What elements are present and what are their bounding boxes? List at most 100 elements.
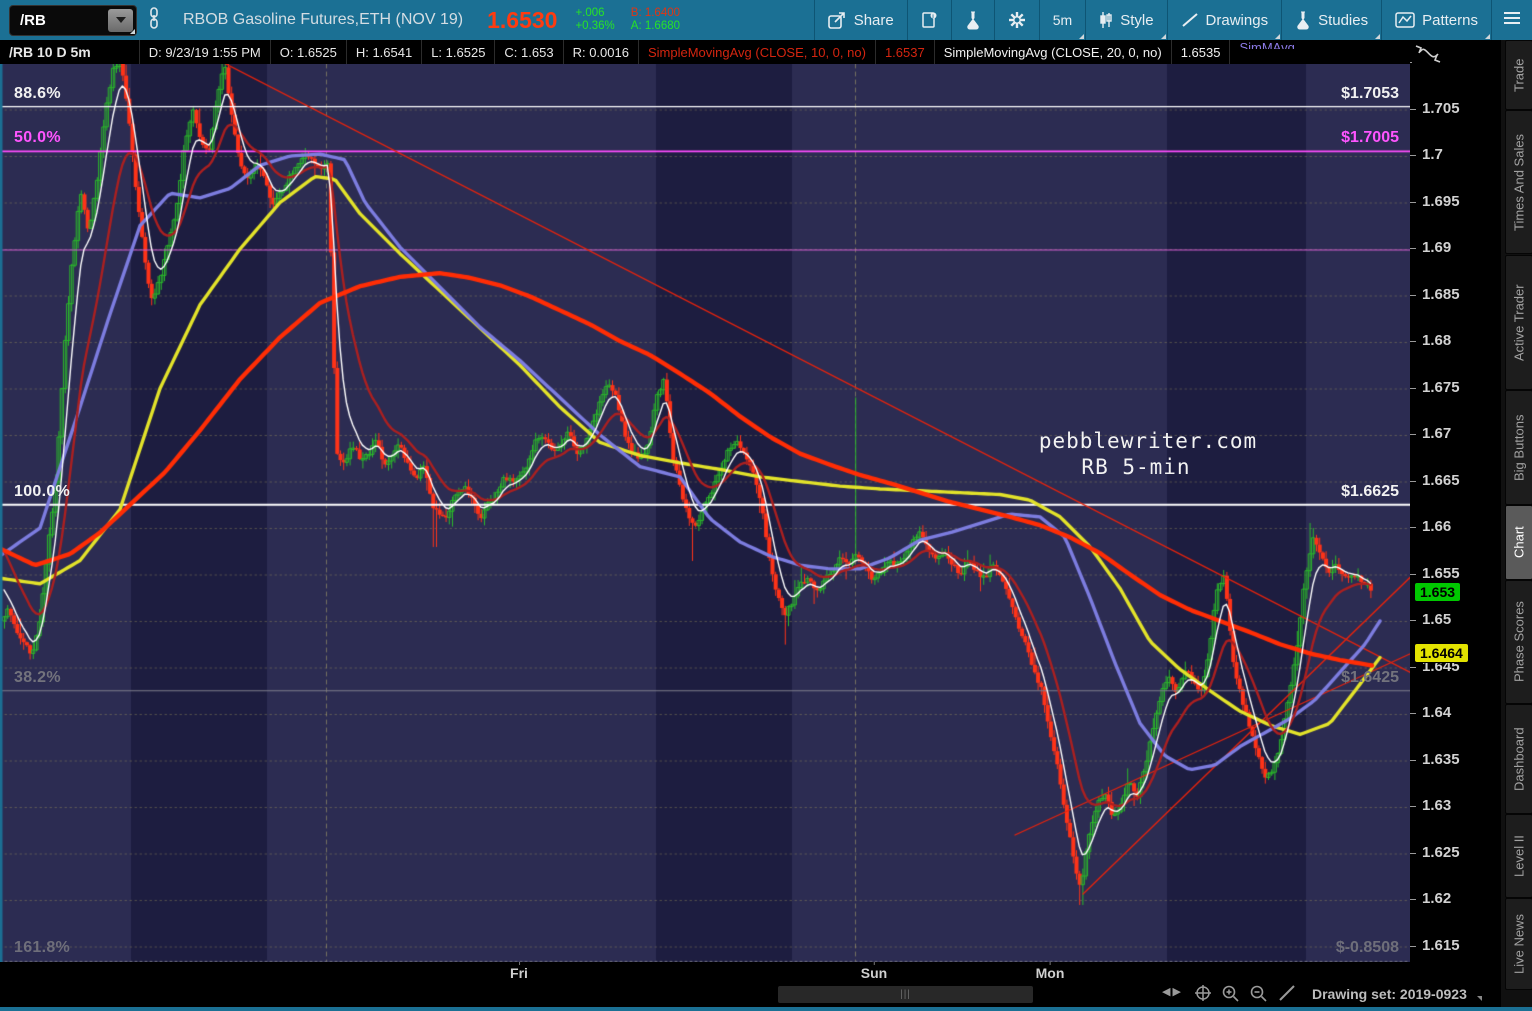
gear-icon [1008,12,1025,28]
price-axis-tick: 1.66 [1410,518,1451,535]
sidebar-tab-active-trader[interactable]: Active Trader [1505,255,1532,390]
sma20-value: 1.6535 [1172,40,1231,64]
price-axis-tick: 1.615 [1410,937,1460,954]
report-button[interactable]: i [908,0,951,40]
link-icon[interactable] [147,6,161,35]
settings-button[interactable] [995,0,1039,40]
last-price: 1.6530 [487,6,558,33]
flask-icon [1297,11,1309,29]
flask-icon [966,11,979,29]
bid-value: B: 1.6400 [630,7,681,19]
price-axis-tick: 1.65 [1410,611,1451,628]
timeframe-button[interactable]: 5m [1040,0,1085,40]
sidebar-tab-trade[interactable]: Trade [1505,40,1532,110]
time-axis-label-sun: Sun [861,962,887,981]
pencil-line-icon [1181,13,1198,27]
price-axis-tick: 1.635 [1410,751,1460,768]
status-close: C: 1.653 [495,40,564,64]
dropdown-corner-icon [1079,34,1085,39]
pan-left-icon: ◀ [1162,986,1171,998]
ask-value: A: 1.6680 [630,20,681,32]
patterns-button[interactable]: Patterns [1382,0,1491,40]
chevron-down-icon [1477,996,1482,1001]
sidebar-tab-phase-scores[interactable]: Phase Scores [1505,580,1532,704]
indicator-price-badge: 1.6464 [1414,643,1469,664]
sidebar-tab-level-ii[interactable]: Level II [1505,814,1532,898]
zoom-out-icon[interactable] [1249,984,1268,1008]
zoom-in-icon[interactable] [1221,984,1240,1008]
sidebar-tab-big-buttons[interactable]: Big Buttons [1505,390,1532,505]
dropdown-corner-icon [1160,34,1166,39]
scrollbar-grip-icon[interactable]: ||| [900,989,911,1000]
window-footer-strip [0,1007,1532,1011]
pan-arrows[interactable]: ◀ ▶ [1162,985,1181,998]
price-axis-tick: 1.625 [1410,844,1460,861]
drawing-set-selector[interactable]: Drawing set: 2019-0923 [1312,986,1467,1002]
resize-grip-icon [130,28,135,34]
share-button[interactable]: Share [815,0,907,40]
price-axis-tick: 1.64 [1410,704,1451,721]
analyze-button[interactable] [952,0,994,40]
bid-ask-block: B: 1.6400 A: 1.6680 [631,7,680,33]
time-axis[interactable]: Fri Sun Mon [0,962,1410,982]
instrument-title: RBOB Gasoline Futures,ETH (NOV 19) [183,11,464,28]
sma20-study-label[interactable]: SimpleMovingAvg (CLOSE, 20, 0, no) [935,40,1172,64]
right-sidebar: Trade Times And Sales Active Trader Big But… [1500,40,1532,1007]
price-axis-tick: 1.705 [1410,100,1460,117]
style-button[interactable]: Style [1086,0,1166,40]
share-icon [827,11,845,29]
sidebar-tab-chart[interactable]: Chart [1505,505,1532,580]
bottom-toolbar: ||| ◀▶ Drawing set: 2019-0923 ‹ › [0,982,1532,1011]
candlestick-icon [1100,12,1112,28]
status-date: D: 9/23/19 1:55 PM [140,40,271,64]
report-icon: i [921,12,937,28]
time-axis-label-mon: Mon [1036,962,1064,981]
symbol-dropdown[interactable]: /RB [9,4,137,36]
studies-button[interactable]: Studies [1282,0,1381,40]
status-high: H: 1.6541 [347,40,423,64]
price-axis-tick: 1.655 [1410,565,1460,582]
pattern-tool-icon[interactable] [1412,40,1460,74]
chart-symbol-desc: /RB 10 D 5m [0,40,140,64]
change-value: +.006 [575,7,605,19]
price-axis-tick: 1.7 [1410,146,1443,163]
price-axis[interactable]: 1.711.7051.71.6951.691.6851.681.6751.671… [1410,53,1500,982]
change-block: +.006 +0.36% [575,7,614,33]
pan-right-icon: ▶ [1172,986,1181,998]
price-axis-tick: 1.685 [1410,286,1460,303]
status-range: R: 0.0016 [564,40,639,64]
dropdown-corner-icon [1275,34,1281,39]
change-percent: +0.36% [575,20,615,32]
status-low: L: 1.6525 [422,40,496,64]
clipped-study-label: SimMAvg [1239,40,1295,49]
current-price-badge: 1.653 [1414,582,1462,603]
pattern-chart-icon [1395,12,1415,28]
sma10-value: 1.6537 [876,40,935,64]
sma10-study-label[interactable]: SimpleMovingAvg (CLOSE, 10, 0, no) [639,40,876,64]
chart-scrollbar[interactable]: ||| [778,986,1033,1003]
price-axis-tick: 1.67 [1410,425,1451,442]
dropdown-corner-icon [1485,34,1490,39]
time-axis-label-fri: Fri [510,962,528,981]
draw-line-icon[interactable] [1278,984,1296,1007]
price-axis-tick: 1.62 [1410,890,1451,907]
status-open: O: 1.6525 [271,40,347,64]
dropdown-corner-icon [1375,34,1381,39]
price-axis-tick: 1.68 [1410,332,1451,349]
price-axis-tick: 1.63 [1410,797,1451,814]
price-chart-canvas[interactable] [0,64,1410,962]
price-axis-tick: 1.665 [1410,472,1460,489]
price-axis-tick: 1.69 [1410,239,1451,256]
sidebar-tab-times-and-sales[interactable]: Times And Sales [1505,110,1532,254]
price-axis-tick: 1.675 [1410,379,1460,396]
sidebar-tab-live-news[interactable]: Live News [1505,898,1532,990]
symbol-value: /RB [20,11,46,29]
chart-status-bar: /RB 10 D 5m D: 9/23/19 1:55 PM O: 1.6525… [0,40,1532,64]
thinkorswim-chart-window: /RB RBOB Gasoline Futures,ETH (NOV 19) 1… [0,0,1532,1011]
top-toolbar: /RB RBOB Gasoline Futures,ETH (NOV 19) 1… [0,0,1532,40]
price-axis-tick: 1.695 [1410,193,1460,210]
auto-center-icon[interactable] [1194,984,1212,1007]
sidebar-tab-dashboard[interactable]: Dashboard [1505,704,1532,814]
menu-icon[interactable] [1502,10,1522,31]
drawings-button[interactable]: Drawings [1168,0,1282,40]
